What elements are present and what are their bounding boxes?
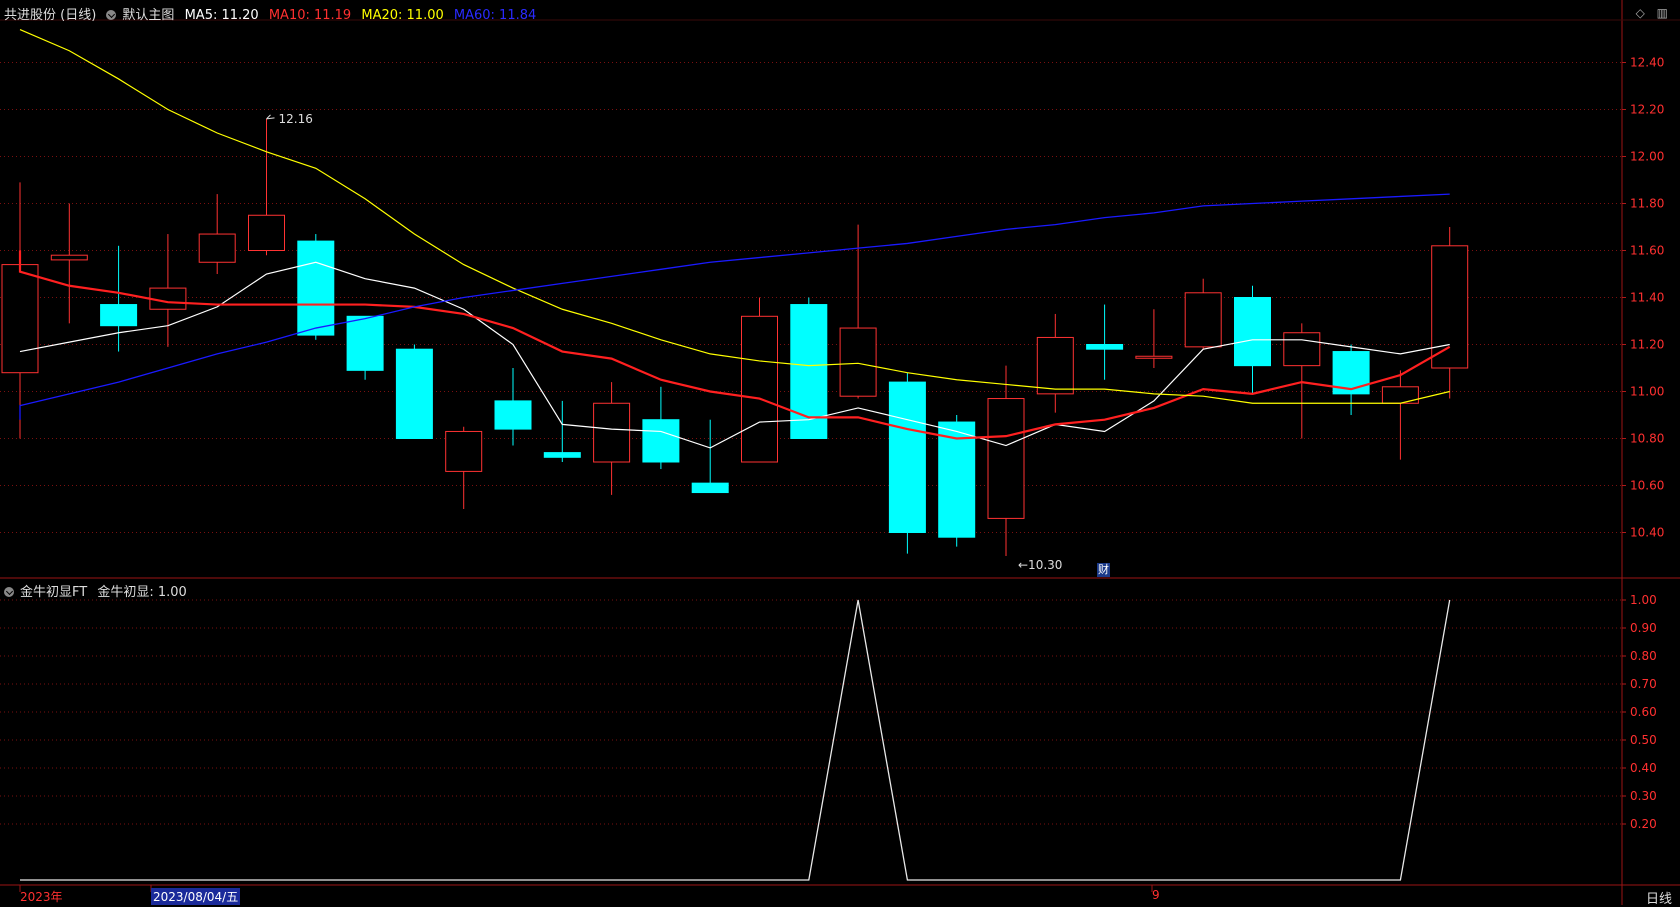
candle bbox=[1332, 344, 1370, 415]
candle-body bbox=[1, 264, 39, 374]
candle-body bbox=[100, 304, 138, 327]
y-tick-label: 0.70 bbox=[1630, 677, 1657, 691]
candle bbox=[1283, 323, 1321, 439]
y-tick-label: 10.40 bbox=[1630, 526, 1664, 540]
year-label: 2023年 bbox=[20, 890, 63, 904]
candle bbox=[1086, 304, 1124, 380]
indicator-header: 金牛初显FT 金牛初显: 1.00 bbox=[4, 581, 193, 600]
candle bbox=[1431, 227, 1469, 399]
candle bbox=[494, 368, 532, 446]
candle bbox=[1, 182, 39, 439]
y-tick-label: 11.80 bbox=[1630, 197, 1664, 211]
y-tick-label: 11.40 bbox=[1630, 291, 1664, 305]
candle bbox=[593, 382, 631, 495]
indicator-value: 金牛初显: 1.00 bbox=[97, 585, 187, 600]
candle-body bbox=[1135, 355, 1173, 359]
candle-body bbox=[543, 452, 581, 458]
cursor-date-label: 2023/08/04/五 bbox=[151, 888, 241, 905]
y-tick-label: 1.00 bbox=[1630, 593, 1657, 607]
candle bbox=[198, 194, 236, 274]
y-tick-label: 0.20 bbox=[1630, 817, 1657, 831]
stock-title[interactable]: 共进股份 (日线) bbox=[4, 8, 96, 23]
candle-body bbox=[346, 315, 384, 371]
candle-body bbox=[1234, 297, 1271, 367]
candle bbox=[297, 234, 335, 340]
chart-canvas: 12.40 12.20 12.00 11.80 11.60 11.40 11.20 11.00… bbox=[0, 0, 1680, 905]
y-tick-label: 10.80 bbox=[1630, 432, 1664, 446]
candle-body bbox=[50, 254, 88, 261]
candle bbox=[346, 315, 384, 380]
y-tick-label: 11.60 bbox=[1630, 244, 1664, 258]
annotation-arrow bbox=[266, 114, 275, 120]
candle bbox=[642, 386, 680, 470]
candle-body bbox=[1184, 292, 1222, 348]
candle-body bbox=[839, 327, 877, 397]
candle bbox=[445, 426, 483, 509]
candle-body bbox=[642, 419, 680, 463]
candle-body bbox=[395, 348, 433, 440]
period-label[interactable]: 日线 bbox=[1646, 888, 1672, 907]
y-tick-label: 0.40 bbox=[1630, 761, 1657, 775]
y-tick-label: 11.20 bbox=[1630, 338, 1664, 352]
candle-body bbox=[445, 430, 483, 472]
candle-body bbox=[149, 287, 187, 310]
candle bbox=[395, 344, 433, 440]
candle bbox=[987, 365, 1025, 556]
price-annotation: 12.16 bbox=[279, 112, 313, 126]
y-tick-label: 0.30 bbox=[1630, 789, 1657, 803]
template-selector[interactable]: 默认主图 bbox=[106, 8, 174, 23]
y-tick-label: 0.60 bbox=[1630, 705, 1657, 719]
dropdown-icon[interactable] bbox=[106, 10, 117, 20]
window-controls: ◇ ▥ bbox=[1628, 6, 1668, 20]
y-tick-label: 11.00 bbox=[1630, 385, 1664, 399]
indicator-name: 金牛初显FT bbox=[20, 585, 88, 600]
finance-marker[interactable]: 财 bbox=[1097, 563, 1110, 577]
candle bbox=[1135, 309, 1173, 368]
candle bbox=[741, 297, 778, 463]
candle-body bbox=[691, 482, 729, 494]
candle-body bbox=[1283, 332, 1321, 367]
candle-body bbox=[494, 400, 532, 430]
candle-body bbox=[198, 233, 236, 263]
indicator-line bbox=[20, 599, 1451, 881]
y-tick-label: 0.50 bbox=[1630, 733, 1657, 747]
main-chart-header: 共进股份 (日线) 默认主图 MA5: 11.20 MA10: 11.19 MA… bbox=[4, 4, 542, 23]
month-marker: 9 bbox=[1152, 888, 1160, 902]
y-tick-label: 0.90 bbox=[1630, 621, 1657, 635]
candle-body bbox=[888, 381, 926, 533]
candle-body bbox=[297, 240, 335, 336]
candle-body bbox=[1086, 344, 1124, 350]
dropdown-icon[interactable] bbox=[4, 587, 14, 597]
candle-body bbox=[987, 398, 1025, 519]
y-tick-label: 12.00 bbox=[1630, 150, 1664, 164]
diamond-icon[interactable]: ◇ bbox=[1636, 6, 1645, 20]
candle bbox=[1381, 370, 1419, 460]
template-label: 默认主图 bbox=[122, 8, 175, 23]
candle bbox=[543, 400, 581, 462]
candle bbox=[1184, 278, 1222, 350]
ma5-label: MA5: 11.20 bbox=[184, 8, 259, 23]
candle-body bbox=[741, 315, 778, 463]
candle bbox=[839, 224, 877, 399]
y-tick-label: 10.60 bbox=[1630, 479, 1664, 493]
candle-body bbox=[248, 214, 285, 251]
candle-body bbox=[1431, 245, 1469, 369]
price-annotation: ←10.30 bbox=[1018, 558, 1062, 572]
candle-body bbox=[1036, 336, 1074, 395]
candle-body bbox=[593, 402, 631, 463]
candle bbox=[691, 419, 729, 494]
ma60-label: MA60: 11.84 bbox=[453, 8, 537, 23]
candle bbox=[248, 118, 285, 256]
candle bbox=[1036, 313, 1074, 413]
candle bbox=[50, 203, 88, 324]
y-tick-label: 12.40 bbox=[1630, 56, 1664, 70]
candle bbox=[888, 372, 926, 554]
panel-icon[interactable]: ▥ bbox=[1657, 6, 1668, 20]
ma20-label: MA20: 11.00 bbox=[361, 8, 444, 23]
ma10-label: MA10: 11.19 bbox=[268, 8, 352, 23]
y-tick-label: 0.80 bbox=[1630, 649, 1657, 663]
y-tick-label: 12.20 bbox=[1630, 103, 1664, 117]
indicator-selector[interactable]: 金牛初显FT bbox=[4, 585, 87, 600]
